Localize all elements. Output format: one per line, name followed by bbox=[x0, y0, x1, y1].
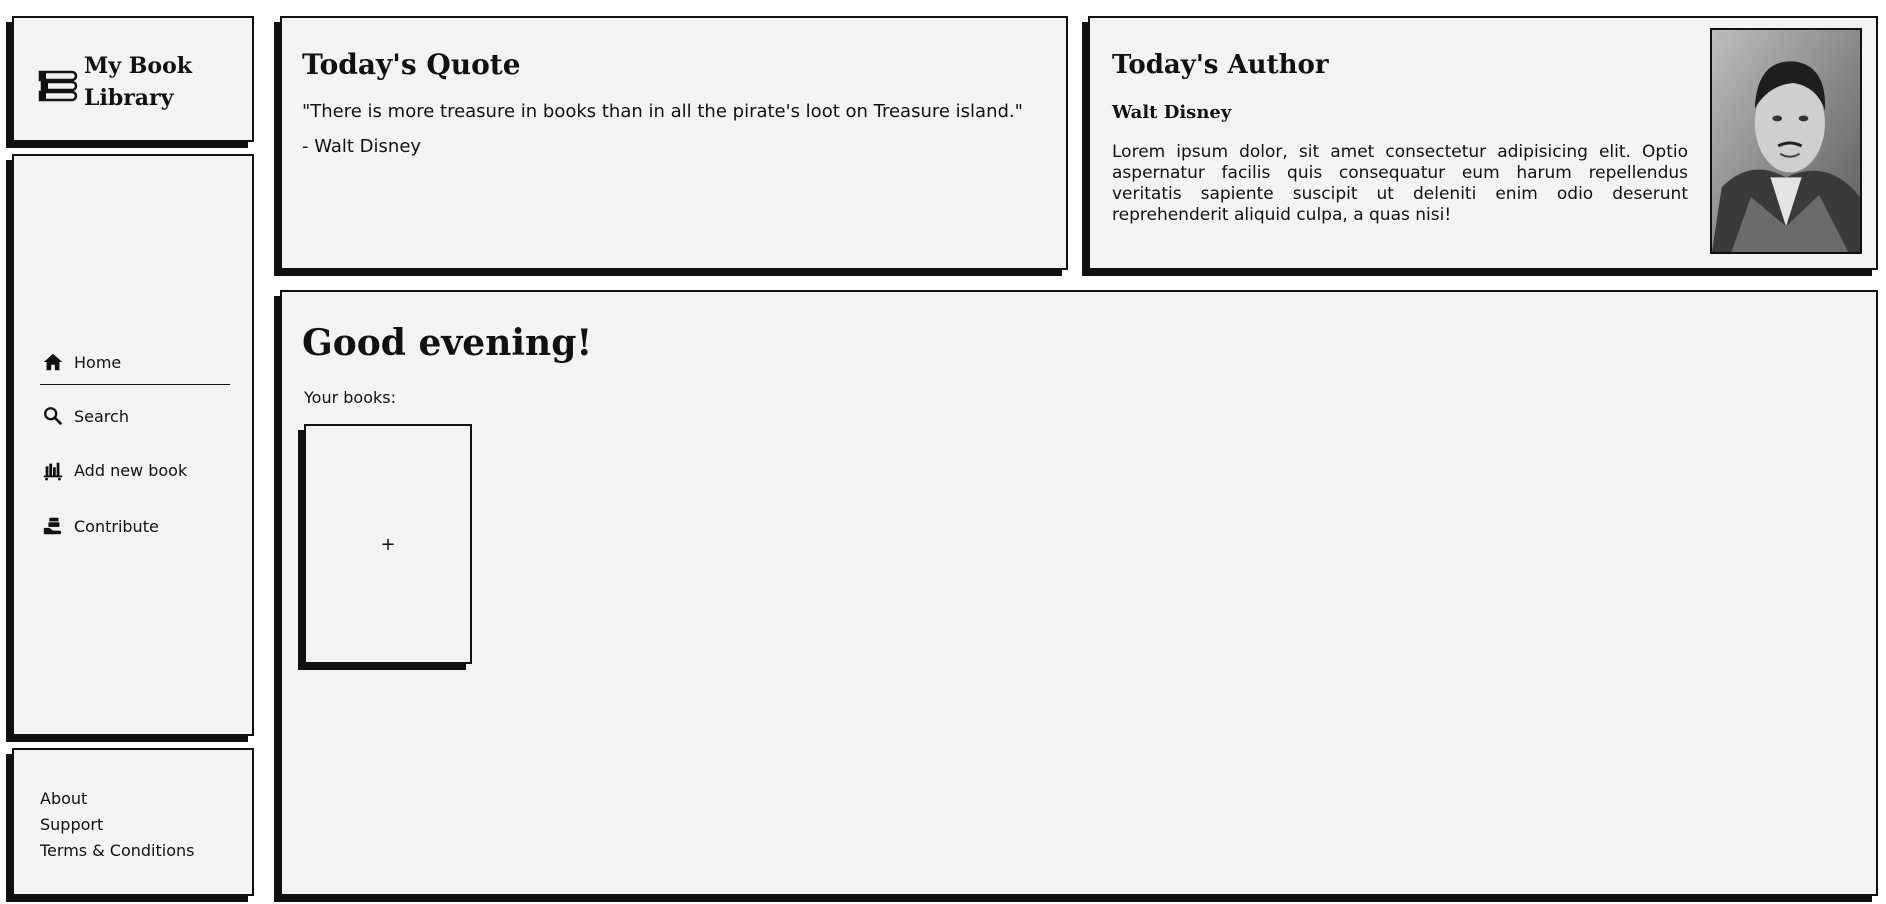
about-link[interactable]: About bbox=[40, 786, 87, 812]
author-name: Walt Disney bbox=[1112, 102, 1232, 123]
plus-icon: + bbox=[380, 533, 396, 555]
quote-attribution: - Walt Disney bbox=[302, 136, 422, 157]
search-icon bbox=[44, 407, 63, 426]
quote-text: "There is more treasure in books than in… bbox=[302, 101, 1023, 122]
nav-item-label: Add new book bbox=[74, 460, 188, 480]
quote-title: Today's Quote bbox=[302, 48, 521, 81]
greeting-heading: Good evening! bbox=[302, 322, 593, 364]
author-card: Today's Author Walt Disney Lorem ipsum d… bbox=[1088, 16, 1878, 270]
your-books-label: Your books: bbox=[304, 388, 396, 407]
app-title[interactable]: My Book Library bbox=[84, 50, 244, 114]
nav-item-add-book[interactable]: Add new book bbox=[42, 456, 187, 484]
nav-item-contribute[interactable]: Contribute bbox=[42, 512, 159, 540]
nav-item-label: Contribute bbox=[74, 516, 159, 536]
nav-divider bbox=[40, 384, 230, 385]
home-icon bbox=[43, 353, 63, 371]
support-link[interactable]: Support bbox=[40, 812, 103, 838]
sidebar-nav: Home Search Add new book Contribute bbox=[12, 154, 254, 736]
books-stack-icon bbox=[38, 70, 78, 102]
footer-links: About Support Terms & Conditions bbox=[12, 748, 254, 896]
author-title: Today's Author bbox=[1112, 50, 1329, 80]
main-panel: Good evening! Your books: + bbox=[280, 290, 1878, 896]
nav-item-label: Home bbox=[74, 352, 122, 372]
nav-item-label: Search bbox=[74, 406, 129, 426]
terms-link[interactable]: Terms & Conditions bbox=[40, 838, 194, 864]
author-bio: Lorem ipsum dolor, sit amet consectetur … bbox=[1112, 142, 1688, 225]
bookshelf-icon bbox=[43, 462, 63, 481]
nav-item-search[interactable]: Search bbox=[42, 402, 129, 430]
logo-card: My Book Library bbox=[12, 16, 254, 142]
quote-card: Today's Quote "There is more treasure in… bbox=[280, 16, 1068, 270]
nav-item-home[interactable]: Home bbox=[42, 348, 121, 376]
author-portrait bbox=[1710, 28, 1862, 254]
hand-book-icon bbox=[43, 517, 62, 535]
add-book-button[interactable]: + bbox=[304, 424, 472, 664]
